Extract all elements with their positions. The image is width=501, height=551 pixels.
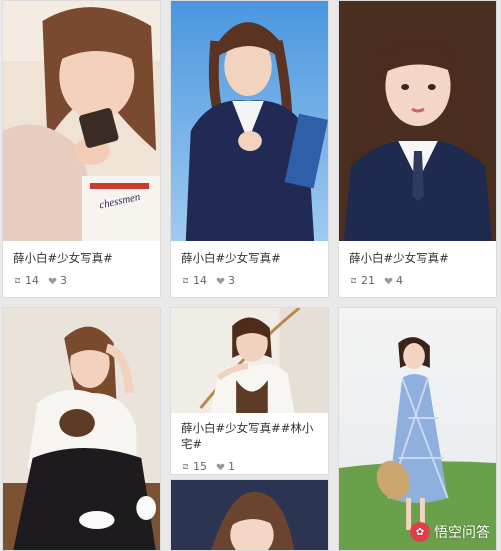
wukong-logo-icon: ✿ <box>410 522 430 542</box>
card-6-photo[interactable] <box>339 308 496 550</box>
wukong-watermark: ✿ 悟空问答 <box>410 522 490 542</box>
card-1-repost-count: 14 <box>25 274 39 287</box>
photo-card-6[interactable]: ✿ 悟空问答 <box>338 307 497 551</box>
card-2-stats: 14 3 <box>181 274 241 287</box>
photo-card-7[interactable] <box>170 479 329 551</box>
card-2-like-count: 3 <box>228 274 235 287</box>
repost-icon[interactable] <box>181 276 190 285</box>
photo-card-4[interactable]: 薛小白#少女写真##林小宅# 15 1 <box>170 307 329 475</box>
card-3-caption[interactable]: 薛小白#少女写真# <box>349 250 488 266</box>
card-2-caption[interactable]: 薛小白#少女写真# <box>181 250 320 266</box>
card-2-repost-count: 14 <box>193 274 207 287</box>
card-3-like-count: 4 <box>396 274 403 287</box>
repost-icon[interactable] <box>13 276 22 285</box>
card-4-caption[interactable]: 薛小白#少女写真##林小宅# <box>181 420 320 452</box>
card-1-photo[interactable]: chessmen <box>3 1 160 241</box>
photo-card-1[interactable]: chessmen 薛小白#少女写真# 14 3 <box>2 0 161 298</box>
card-3-photo[interactable] <box>339 1 496 241</box>
card-4-repost-count: 15 <box>193 460 207 473</box>
watermark-label: 悟空问答 <box>434 525 490 541</box>
heart-icon[interactable] <box>216 276 225 285</box>
card-3-stats: 21 4 <box>349 274 409 287</box>
card-1-stats: 14 3 <box>13 274 73 287</box>
heart-icon[interactable] <box>48 276 57 285</box>
card-4-photo[interactable] <box>171 308 328 413</box>
heart-icon[interactable] <box>384 276 393 285</box>
photo-card-3[interactable]: 薛小白#少女写真# 21 4 <box>338 0 497 298</box>
card-1-caption[interactable]: 薛小白#少女写真# <box>13 250 152 266</box>
card-7-photo[interactable] <box>171 480 328 550</box>
photo-card-2[interactable]: 薛小白#少女写真# 14 3 <box>170 0 329 298</box>
card-4-like-count: 1 <box>228 460 235 473</box>
card-5-photo[interactable] <box>3 308 160 550</box>
repost-icon[interactable] <box>181 462 190 471</box>
card-3-repost-count: 21 <box>361 274 375 287</box>
card-2-photo[interactable] <box>171 1 328 241</box>
photo-card-5[interactable] <box>2 307 161 551</box>
repost-icon[interactable] <box>349 276 358 285</box>
heart-icon[interactable] <box>216 462 225 471</box>
card-1-like-count: 3 <box>60 274 67 287</box>
card-4-stats: 15 1 <box>181 460 241 473</box>
